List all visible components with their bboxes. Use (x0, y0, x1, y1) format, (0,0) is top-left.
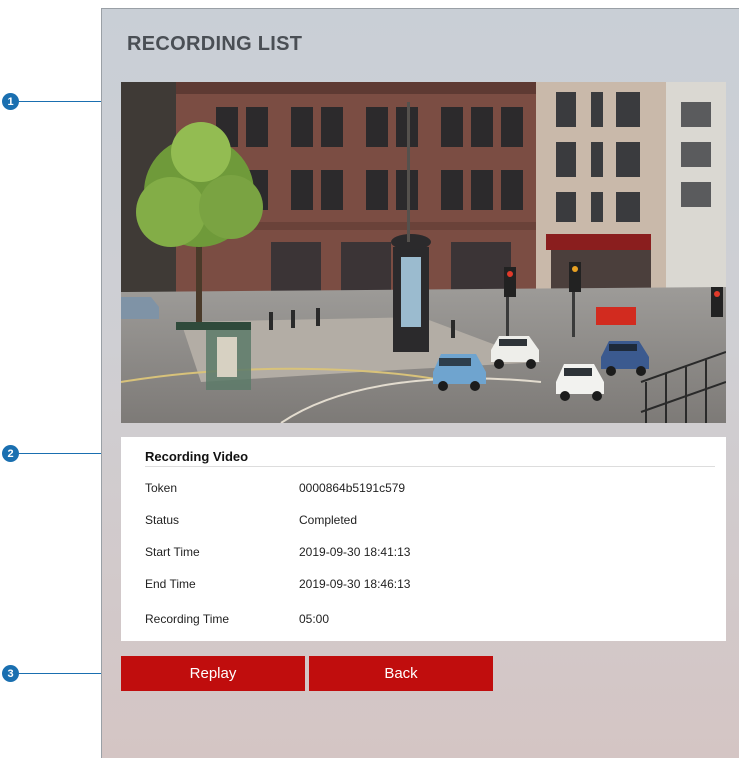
recording-video-preview[interactable] (121, 82, 726, 423)
info-value: 05:00 (299, 612, 330, 626)
info-value: 2019-09-30 18:46:13 (299, 577, 411, 591)
callout-3: 3 (2, 665, 19, 682)
info-value: 0000864b5191c579 (299, 481, 406, 495)
replay-button[interactable]: Replay (121, 656, 305, 691)
callout-2: 2 (2, 445, 19, 462)
callout-1: 1 (2, 93, 19, 110)
info-value: 2019-09-30 18:41:13 (299, 545, 411, 559)
info-label: Status (145, 513, 180, 527)
info-label: Token (145, 481, 178, 495)
recording-section-title: Recording Video (145, 449, 715, 467)
page-title: RECORDING LIST (127, 33, 303, 55)
info-label: Start Time (145, 545, 200, 559)
info-label: End Time (145, 577, 196, 591)
recording-info-panel: Recording Video Token 0000864b5191c579 S… (121, 437, 726, 641)
info-value: Completed (299, 513, 358, 527)
street-scene-image (121, 82, 726, 423)
back-button[interactable]: Back (309, 656, 493, 691)
info-label: Recording Time (145, 612, 230, 626)
